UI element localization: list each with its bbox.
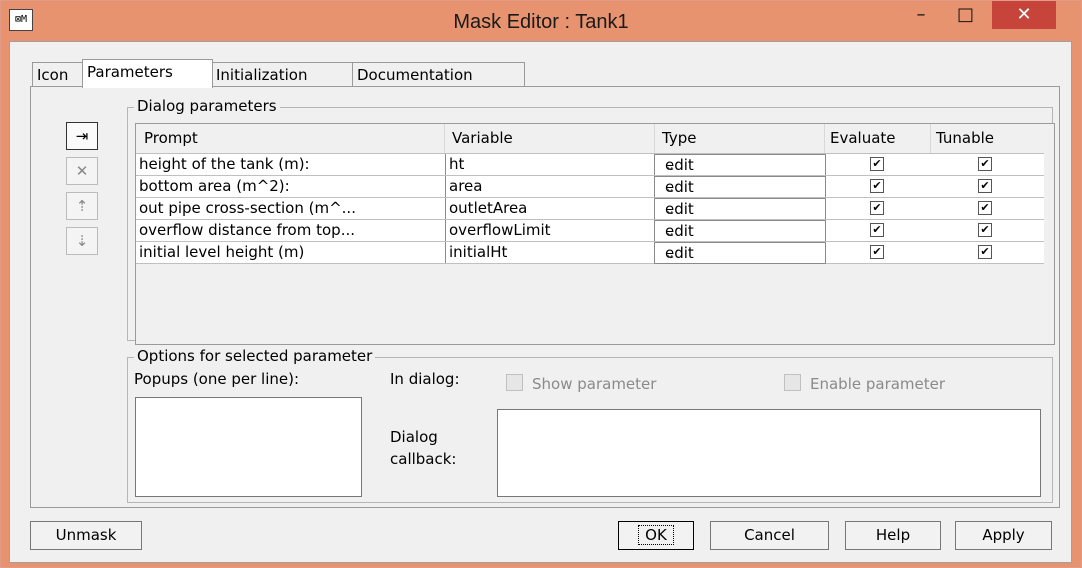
- parameters-table: Prompt Variable Type Evaluate Tunable he…: [135, 123, 1055, 345]
- show-parameter-label: Show parameter: [532, 375, 657, 393]
- chevron-down-icon: ⌄: [665, 247, 676, 261]
- parameter-row[interactable]: initial level height (m) initialHt edit ⌄…: [136, 241, 1044, 264]
- tunable-checkbox[interactable]: ✔: [978, 245, 992, 259]
- prompt-cell[interactable]: height of the tank (m):: [136, 154, 446, 175]
- type-dropdown[interactable]: edit ⌄: [654, 198, 826, 220]
- parameter-row[interactable]: out pipe cross-section (m^... outletArea…: [136, 197, 1044, 220]
- column-divider: [654, 124, 655, 153]
- chevron-down-icon: ⌄: [665, 203, 676, 217]
- column-header-prompt: Prompt: [144, 129, 198, 147]
- options-legend: Options for selected parameter: [134, 347, 376, 365]
- delete-parameter-button[interactable]: ✕: [66, 157, 98, 185]
- unmask-button[interactable]: Unmask: [30, 521, 142, 550]
- popups-label: Popups (one per line):: [134, 370, 300, 388]
- maximize-button[interactable]: □: [943, 1, 988, 29]
- dialog-client-area: Icon Parameters Initialization Documenta…: [9, 41, 1072, 563]
- options-group: Options for selected parameter Popups (o…: [127, 347, 1053, 503]
- column-header-type: Type: [662, 129, 697, 147]
- mask-editor-window: ⊠M Mask Editor : Tank1 – □ ✕ Icon Parame…: [0, 0, 1082, 568]
- move-down-button[interactable]: ⇣: [66, 227, 98, 255]
- enable-parameter-label: Enable parameter: [810, 375, 946, 393]
- enable-parameter-checkbox[interactable]: [784, 374, 801, 391]
- column-divider: [930, 124, 931, 153]
- variable-cell[interactable]: ht: [446, 154, 656, 175]
- variable-cell[interactable]: initialHt: [446, 242, 656, 263]
- column-divider: [824, 124, 825, 153]
- tunable-checkbox[interactable]: ✔: [978, 223, 992, 237]
- type-dropdown[interactable]: edit ⌄: [654, 154, 826, 176]
- add-parameter-button[interactable]: ⇥: [66, 122, 98, 150]
- in-dialog-label: In dialog:: [390, 370, 460, 388]
- evaluate-checkbox[interactable]: ✔: [870, 201, 884, 215]
- tab-icon[interactable]: Icon: [32, 62, 86, 87]
- evaluate-checkbox[interactable]: ✔: [870, 179, 884, 193]
- parameter-row[interactable]: bottom area (m^2): area edit ⌄ ✔ ✔: [136, 175, 1044, 198]
- title-bar[interactable]: ⊠M Mask Editor : Tank1 – □ ✕: [1, 1, 1081, 41]
- column-divider: [444, 124, 445, 153]
- chevron-down-icon: ⌄: [665, 159, 676, 173]
- prompt-cell[interactable]: initial level height (m): [136, 242, 446, 263]
- column-header-evaluate: Evaluate: [830, 129, 896, 147]
- show-parameter-checkbox[interactable]: [506, 374, 523, 391]
- help-button[interactable]: Help: [845, 521, 941, 550]
- tab-parameters[interactable]: Parameters: [82, 59, 213, 88]
- dialog-callback-label: Dialog: [390, 428, 438, 446]
- cancel-button[interactable]: Cancel: [710, 521, 829, 550]
- type-dropdown[interactable]: edit ⌄: [654, 176, 826, 198]
- prompt-cell[interactable]: out pipe cross-section (m^...: [136, 198, 446, 219]
- tunable-checkbox[interactable]: ✔: [978, 201, 992, 215]
- type-dropdown[interactable]: edit ⌄: [654, 220, 826, 242]
- type-dropdown[interactable]: edit ⌄: [654, 242, 826, 264]
- column-header-tunable: Tunable: [936, 129, 995, 147]
- parameter-row[interactable]: overflow distance from top... overflowLi…: [136, 219, 1044, 242]
- ok-button[interactable]: OK: [618, 521, 694, 550]
- prompt-cell[interactable]: overflow distance from top...: [136, 220, 446, 241]
- apply-button[interactable]: Apply: [955, 521, 1052, 550]
- parameter-row[interactable]: height of the tank (m): ht edit ⌄ ✔ ✔: [136, 153, 1044, 176]
- close-button[interactable]: ✕: [992, 1, 1056, 29]
- variable-cell[interactable]: overflowLimit: [446, 220, 656, 241]
- dialog-parameters-legend: Dialog parameters: [134, 97, 280, 115]
- popups-textarea[interactable]: [135, 397, 362, 497]
- evaluate-checkbox[interactable]: ✔: [870, 245, 884, 259]
- evaluate-checkbox[interactable]: ✔: [870, 223, 884, 237]
- tab-documentation[interactable]: Documentation: [352, 62, 525, 87]
- chevron-down-icon: ⌄: [665, 181, 676, 195]
- chevron-down-icon: ⌄: [665, 225, 676, 239]
- move-up-button[interactable]: ⇡: [66, 192, 98, 220]
- column-header-variable: Variable: [452, 129, 513, 147]
- ok-label: OK: [638, 525, 674, 545]
- dialog-callback-textarea[interactable]: [497, 409, 1041, 497]
- prompt-cell[interactable]: bottom area (m^2):: [136, 176, 446, 197]
- tunable-checkbox[interactable]: ✔: [978, 157, 992, 171]
- tab-initialization[interactable]: Initialization: [211, 62, 357, 87]
- evaluate-checkbox[interactable]: ✔: [870, 157, 884, 171]
- parameters-tab-panel: Dialog parameters ⇥ ✕ ⇡ ⇣ Prompt Variabl…: [30, 86, 1060, 508]
- dialog-callback-label: callback:: [390, 450, 457, 468]
- minimize-button[interactable]: –: [901, 1, 941, 29]
- variable-cell[interactable]: outletArea: [446, 198, 656, 219]
- variable-cell[interactable]: area: [446, 176, 656, 197]
- tunable-checkbox[interactable]: ✔: [978, 179, 992, 193]
